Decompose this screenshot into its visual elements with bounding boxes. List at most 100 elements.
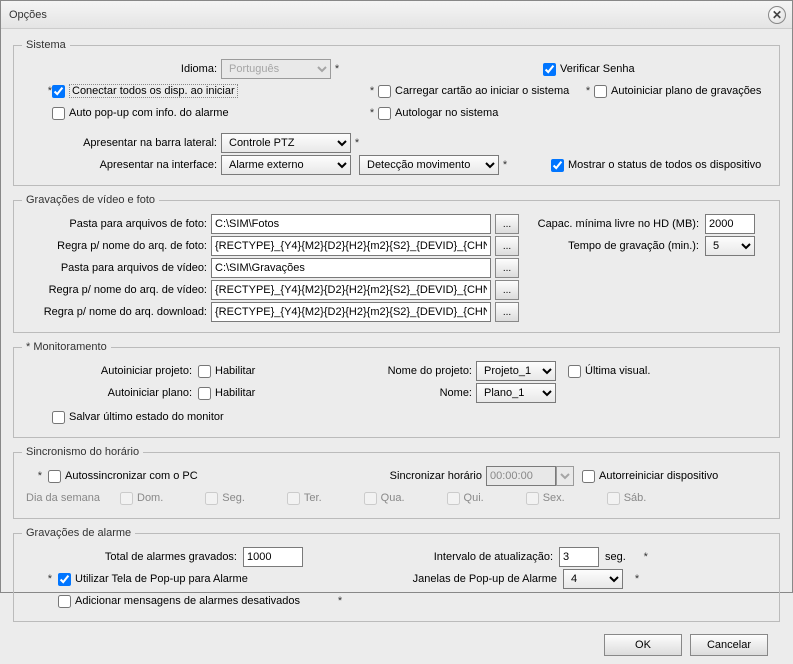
fieldset-gravacoes: Gravações de vídeo e foto Pasta para arq… [13, 194, 780, 333]
conectar-disp-checkbox[interactable] [52, 85, 65, 98]
regra-foto-label: Regra p/ nome do arq. de foto: [22, 240, 207, 252]
pasta-foto-input[interactable] [211, 214, 491, 234]
fieldset-alarme: Gravações de alarme Total de alarmes gra… [13, 527, 780, 622]
ast: * [366, 85, 378, 97]
pasta-foto-label: Pasta para arquivos de foto: [22, 218, 207, 230]
legend-monitoramento: * Monitoramento [22, 341, 111, 353]
sinc-horario-spinner[interactable] [556, 466, 574, 486]
habilitar-projeto-check[interactable]: Habilitar [198, 365, 298, 378]
nome-projeto-label: Nome do projeto: [302, 365, 472, 377]
pasta-video-label: Pasta para arquivos de vídeo: [22, 262, 207, 274]
auto-popup-check[interactable]: Auto pop-up com info. do alarme [52, 107, 262, 120]
adicionar-msg-checkbox[interactable] [58, 595, 71, 608]
ast: * [582, 85, 594, 97]
regra-foto-input[interactable] [211, 236, 491, 256]
dia-qua[interactable]: Qua. [364, 492, 405, 505]
dia-seg[interactable]: Seg. [205, 492, 245, 505]
dialog-buttons: OK Cancelar [13, 630, 780, 656]
browse-video-button[interactable]: ... [495, 258, 519, 278]
pasta-video-input[interactable] [211, 258, 491, 278]
tempo-label: Tempo de gravação (min.): [519, 240, 699, 252]
autologar-check[interactable]: Autologar no sistema [378, 107, 498, 120]
conectar-disp-check[interactable]: Conectar todos os disp. ao iniciar [52, 84, 262, 98]
ok-button[interactable]: OK [604, 634, 682, 656]
habilitar-plano-checkbox[interactable] [198, 387, 211, 400]
legend-alarme: Gravações de alarme [22, 527, 135, 539]
sinc-horario-input[interactable] [486, 466, 556, 486]
fieldset-sincronismo: Sincronismo do horário * Autossincroniza… [13, 446, 780, 519]
dia-dom[interactable]: Dom. [120, 492, 163, 505]
dia-sab[interactable]: Sáb. [607, 492, 647, 505]
dia-qui[interactable]: Qui. [447, 492, 484, 505]
dia-sex[interactable]: Sex. [526, 492, 565, 505]
habilitar-plano-check[interactable]: Habilitar [198, 387, 298, 400]
window-title: Opções [9, 9, 47, 21]
salvar-estado-checkbox[interactable] [52, 411, 65, 424]
autoiniciar-plano-label: Autoiniciar plano: [22, 387, 192, 399]
adicionar-msg-check[interactable]: Adicionar mensagens de alarmes desativad… [58, 595, 300, 608]
nome-label: Nome: [302, 387, 472, 399]
idioma-select[interactable]: Português [221, 59, 331, 79]
seg-label: seg. [605, 551, 626, 563]
ast: * [22, 85, 52, 97]
autoiniciar-plano-check[interactable]: Autoiniciar plano de gravações [594, 85, 761, 98]
options-dialog: Opções ✕ Sistema Idioma: Português * Ver… [0, 0, 793, 593]
interface-select-1[interactable]: Alarme externo [221, 155, 351, 175]
dia-semana-label: Dia da semana [26, 492, 100, 504]
ultima-visual-checkbox[interactable] [568, 365, 581, 378]
close-button[interactable]: ✕ [768, 6, 786, 24]
regra-download-input[interactable] [211, 302, 491, 322]
capac-input[interactable] [705, 214, 755, 234]
verificar-senha-checkbox[interactable] [543, 63, 556, 76]
autorreiniciar-check[interactable]: Autorreiniciar dispositivo [582, 470, 718, 483]
content-area: Sistema Idioma: Português * Verificar Se… [1, 29, 792, 664]
janelas-select[interactable]: 4 [563, 569, 623, 589]
ast: * [631, 573, 643, 585]
fieldset-sistema: Sistema Idioma: Português * Verificar Se… [13, 39, 780, 186]
intervalo-label: Intervalo de atualização: [303, 551, 553, 563]
titlebar: Opções ✕ [1, 1, 792, 29]
legend-sincronismo: Sincronismo do horário [22, 446, 143, 458]
interface-label: Apresentar na interface: [22, 159, 217, 171]
legend-gravacoes: Gravações de vídeo e foto [22, 194, 159, 206]
browse-foto-button[interactable]: ... [495, 214, 519, 234]
tempo-select[interactable]: 5 [705, 236, 755, 256]
fieldset-monitoramento: * Monitoramento Autoiniciar projeto: Hab… [13, 341, 780, 438]
autorreiniciar-checkbox[interactable] [582, 470, 595, 483]
nome-select[interactable]: Plano_1 [476, 383, 556, 403]
autossinc-check[interactable]: Autossincronizar com o PC [48, 470, 348, 483]
verificar-senha-check[interactable]: Verificar Senha [543, 63, 635, 76]
mostrar-status-checkbox[interactable] [551, 159, 564, 172]
salvar-estado-check[interactable]: Salvar último estado do monitor [52, 411, 224, 424]
cancel-button[interactable]: Cancelar [690, 634, 768, 656]
autoiniciar-plano-checkbox[interactable] [594, 85, 607, 98]
idioma-label: Idioma: [22, 63, 217, 75]
barra-lateral-select[interactable]: Controle PTZ [221, 133, 351, 153]
ast: * [22, 573, 52, 585]
ultima-visual-check[interactable]: Última visual. [568, 365, 650, 378]
regra-video-label: Regra p/ nome do arq. de vídeo: [22, 284, 207, 296]
close-icon: ✕ [772, 8, 782, 22]
carregar-cartao-checkbox[interactable] [378, 85, 391, 98]
interface-select-2[interactable]: Detecção movimento [359, 155, 499, 175]
browse-regra-foto-button[interactable]: ... [495, 236, 519, 256]
habilitar-projeto-checkbox[interactable] [198, 365, 211, 378]
regra-video-input[interactable] [211, 280, 491, 300]
nome-projeto-select[interactable]: Projeto_1 [476, 361, 556, 381]
autossinc-checkbox[interactable] [48, 470, 61, 483]
mostrar-status-check[interactable]: Mostrar o status de todos os dispositivo [551, 159, 761, 172]
browse-regra-download-button[interactable]: ... [495, 302, 519, 322]
total-alarmes-label: Total de alarmes gravados: [22, 551, 237, 563]
total-alarmes-input[interactable] [243, 547, 303, 567]
autologar-checkbox[interactable] [378, 107, 391, 120]
dia-ter[interactable]: Ter. [287, 492, 322, 505]
intervalo-input[interactable] [559, 547, 599, 567]
carregar-cartao-check[interactable]: Carregar cartão ao iniciar o sistema [378, 85, 578, 98]
ast: * [366, 107, 378, 119]
utilizar-popup-checkbox[interactable] [58, 573, 71, 586]
auto-popup-checkbox[interactable] [52, 107, 65, 120]
browse-regra-video-button[interactable]: ... [495, 280, 519, 300]
janelas-label: Janelas de Pop-up de Alarme [312, 573, 557, 585]
autoiniciar-projeto-label: Autoiniciar projeto: [22, 365, 192, 377]
utilizar-popup-check[interactable]: Utilizar Tela de Pop-up para Alarme [58, 573, 308, 586]
